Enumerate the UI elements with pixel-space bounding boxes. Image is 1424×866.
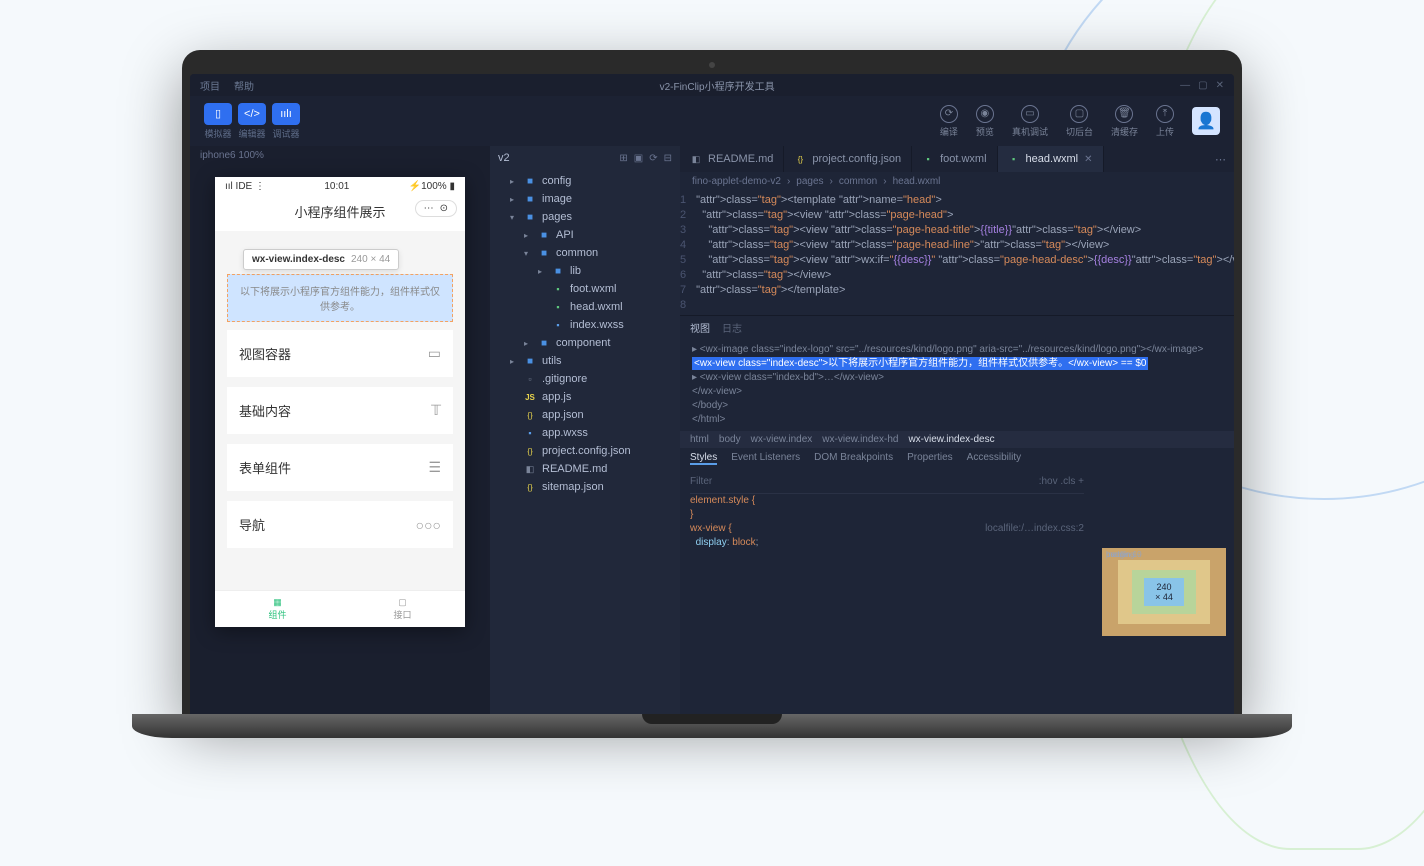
styles-tab[interactable]: Accessibility <box>967 452 1021 465</box>
tool-simulator[interactable]: ▯模拟器 <box>204 103 232 140</box>
list-item[interactable]: 表单组件☰ <box>227 444 453 491</box>
simulator-pane: iphone6 100% ııl IDE ⋮ 10:01 ⚡100% ▮ 小程序… <box>190 146 490 714</box>
status-battery: ⚡100% ▮ <box>409 181 455 192</box>
text-icon: 𝕋 <box>431 402 441 419</box>
path-segment[interactable]: wx-view.index-desc <box>908 434 994 445</box>
tab-foot-wxml[interactable]: ▪foot.wxml <box>912 146 997 172</box>
inspector-tooltip: wx-view.index-desc 240 × 44 <box>243 249 399 270</box>
devtools-tab-log[interactable]: 日志 <box>722 320 742 335</box>
element-path[interactable]: html body wx-view.index wx-view.index-hd wx-… <box>680 431 1234 448</box>
code-editor[interactable]: 12345678 "attr">class="tag"><template "a… <box>680 191 1234 315</box>
action-compile[interactable]: ⟳编译 <box>940 105 958 138</box>
tabs-more-icon[interactable]: ⋯ <box>1207 153 1234 166</box>
tool-editor[interactable]: </>编辑器 <box>238 103 266 140</box>
tree-item[interactable]: {}sitemap.json <box>490 478 680 496</box>
editor-tabs: ◧README.md {}project.config.json ▪foot.w… <box>680 146 1234 172</box>
toolbar: ▯模拟器 </>编辑器 ıılı调试器 ⟳编译 ◉预览 ▭真机调试 ▢切后台 🗑… <box>190 96 1234 146</box>
path-segment[interactable]: body <box>719 434 741 445</box>
markdown-icon: ◧ <box>690 154 702 165</box>
tree-item[interactable]: JSapp.js <box>490 388 680 406</box>
capsule-buttons[interactable]: ⋯⊙ <box>415 200 457 217</box>
window-title: v2-FinClip小程序开发工具 <box>254 78 1180 93</box>
dom-tree[interactable]: ▸ <wx-image class="index-logo" src="../r… <box>680 339 1234 431</box>
path-segment[interactable]: html <box>690 434 709 445</box>
action-clear-cache[interactable]: 🗑清缓存 <box>1111 105 1138 138</box>
new-folder-icon[interactable]: ▣ <box>634 153 643 164</box>
filter-controls[interactable]: :hov .cls + <box>1039 475 1084 489</box>
breadcrumb: fino-applet-demo-v2›pages›common›head.wx… <box>680 172 1234 191</box>
menu-help[interactable]: 帮助 <box>234 78 254 93</box>
minimize-icon[interactable]: — <box>1180 80 1190 91</box>
api-icon: ▢ <box>340 597 465 608</box>
new-file-icon[interactable]: ⊞ <box>619 153 627 164</box>
devtools: 视图 日志 ▸ <wx-image class="index-logo" src… <box>680 315 1234 714</box>
tool-debugger[interactable]: ıılı调试器 <box>272 103 300 140</box>
action-remote-debug[interactable]: ▭真机调试 <box>1012 105 1048 138</box>
container-icon: ▭ <box>428 345 441 362</box>
styles-panel[interactable]: Filter :hov .cls + element.style {}</spa… <box>680 469 1094 714</box>
action-upload[interactable]: ⤒上传 <box>1156 105 1174 138</box>
wxml-icon: ▪ <box>922 154 934 164</box>
tab-project-config[interactable]: {}project.config.json <box>784 146 912 172</box>
filter-input[interactable]: Filter <box>690 475 712 489</box>
tree-root[interactable]: v2 <box>498 152 510 164</box>
tree-item[interactable]: ▸■utils <box>490 352 680 370</box>
list-item[interactable]: 导航○○○ <box>227 501 453 548</box>
collapse-icon[interactable]: ⊟ <box>664 153 672 164</box>
tab-api[interactable]: ▢接口 <box>340 591 465 627</box>
tab-readme[interactable]: ◧README.md <box>680 146 784 172</box>
avatar[interactable]: 👤 <box>1192 107 1220 135</box>
tab-head-wxml[interactable]: ▪head.wxml✕ <box>998 146 1104 172</box>
status-time: 10:01 <box>324 181 349 192</box>
json-icon: {} <box>794 155 806 164</box>
nav-icon: ○○○ <box>416 517 441 533</box>
tree-item[interactable]: ▪foot.wxml <box>490 280 680 298</box>
grid-icon: ▦ <box>215 597 340 608</box>
maximize-icon[interactable]: ▢ <box>1198 80 1207 91</box>
tree-item[interactable]: {}app.json <box>490 406 680 424</box>
tree-item[interactable]: ▪app.wxss <box>490 424 680 442</box>
tree-item[interactable]: {}project.config.json <box>490 442 680 460</box>
tree-item[interactable]: ▸■lib <box>490 262 680 280</box>
tree-item[interactable]: ▸■config <box>490 172 680 190</box>
tree-item[interactable]: ▪index.wxss <box>490 316 680 334</box>
highlighted-element[interactable]: 以下将展示小程序官方组件能力，组件样式仅供参考。 <box>227 274 453 322</box>
file-tree-pane: v2 ⊞ ▣ ⟳ ⊟ ▸■config▸■image▾■pages▸■API▾■… <box>490 146 680 714</box>
styles-tab[interactable]: DOM Breakpoints <box>814 452 893 465</box>
refresh-icon[interactable]: ⟳ <box>649 153 657 164</box>
list-item[interactable]: 基础内容𝕋 <box>227 387 453 434</box>
tree-item[interactable]: ▾■pages <box>490 208 680 226</box>
form-icon: ☰ <box>428 459 441 476</box>
tab-component[interactable]: ▦组件 <box>215 591 340 627</box>
path-segment[interactable]: wx-view.index <box>751 434 813 445</box>
title-bar: 项目 帮助 v2-FinClip小程序开发工具 — ▢ ✕ <box>190 74 1234 96</box>
styles-tab[interactable]: Styles <box>690 452 717 465</box>
laptop-frame: 项目 帮助 v2-FinClip小程序开发工具 — ▢ ✕ ▯模拟器 </>编辑… <box>182 50 1242 738</box>
menu-project[interactable]: 项目 <box>200 78 220 93</box>
tree-item[interactable]: ▾■common <box>490 244 680 262</box>
list-item[interactable]: 视图容器▭ <box>227 330 453 377</box>
action-background[interactable]: ▢切后台 <box>1066 105 1093 138</box>
box-model: margin 10 border – padding – 240 × 44 <box>1094 469 1234 714</box>
wxml-icon: ▪ <box>1008 154 1020 164</box>
status-carrier: ııl IDE ⋮ <box>225 181 265 192</box>
tree-item[interactable]: ▪head.wxml <box>490 298 680 316</box>
tree-item[interactable]: ◧README.md <box>490 460 680 478</box>
styles-tab[interactable]: Properties <box>907 452 953 465</box>
tree-item[interactable]: ▸■image <box>490 190 680 208</box>
phone-frame: ııl IDE ⋮ 10:01 ⚡100% ▮ 小程序组件展示 ⋯⊙ wx-vi… <box>215 177 465 627</box>
device-label: iphone6 100% <box>190 146 490 165</box>
page-title: 小程序组件展示 <box>294 205 385 220</box>
path-segment[interactable]: wx-view.index-hd <box>822 434 898 445</box>
action-preview[interactable]: ◉预览 <box>976 105 994 138</box>
tree-item[interactable]: ▸■API <box>490 226 680 244</box>
close-tab-icon[interactable]: ✕ <box>1084 154 1092 165</box>
close-icon[interactable]: ✕ <box>1216 80 1224 91</box>
styles-tab[interactable]: Event Listeners <box>731 452 800 465</box>
tree-item[interactable]: ▫.gitignore <box>490 370 680 388</box>
tree-item[interactable]: ▸■component <box>490 334 680 352</box>
devtools-tab-view[interactable]: 视图 <box>690 320 710 335</box>
